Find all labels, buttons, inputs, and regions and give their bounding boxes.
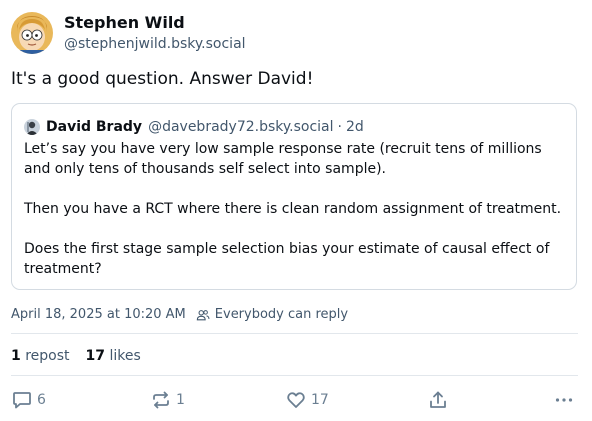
- author-handle[interactable]: @stephenjwild.bsky.social: [64, 34, 246, 54]
- action-bar: 6 1 17: [0, 388, 592, 412]
- more-options-button[interactable]: [553, 388, 575, 412]
- reply-icon: [13, 392, 31, 409]
- quoted-author-name[interactable]: David Brady: [46, 118, 142, 136]
- like-count: 17: [311, 392, 329, 408]
- reply-count: 6: [37, 392, 46, 408]
- quoted-post[interactable]: David Brady @davebrady72.bsky.social · 2…: [11, 103, 577, 290]
- post-meta: April 18, 2025 at 10:20 AM Everybody can…: [11, 306, 348, 324]
- quoted-paragraph: Let’s say you have very low sample respo…: [24, 141, 542, 177]
- reply-button[interactable]: 6: [11, 388, 46, 412]
- author-avatar[interactable]: [11, 12, 53, 54]
- post: Stephen Wild @stephenjwild.bsky.social I…: [0, 0, 592, 421]
- post-stats: 1 repost 17 likes: [11, 346, 141, 366]
- likes-count: 17: [85, 348, 105, 364]
- share-button[interactable]: [427, 388, 449, 412]
- like-button[interactable]: 17: [285, 388, 329, 412]
- reposts-count: 1: [11, 348, 21, 364]
- reply-setting[interactable]: Everybody can reply: [215, 306, 348, 324]
- divider: [11, 375, 578, 376]
- repost-count: 1: [176, 392, 185, 408]
- divider: [11, 333, 578, 334]
- reposts-stat[interactable]: 1 repost: [11, 346, 70, 366]
- quoted-post-time: 2d: [345, 119, 364, 135]
- quoted-paragraph: Does the first stage sample selection bi…: [24, 241, 550, 277]
- quoted-paragraph: Then you have a RCT where there is clean…: [24, 201, 562, 217]
- quoted-author-avatar[interactable]: [24, 119, 40, 135]
- author-info: Stephen Wild @stephenjwild.bsky.social: [64, 13, 246, 54]
- reposts-label: repost: [25, 348, 70, 364]
- people-icon: [196, 310, 210, 321]
- post-timestamp: April 18, 2025 at 10:20 AM: [11, 307, 186, 322]
- likes-stat[interactable]: 17 likes: [86, 346, 141, 366]
- repost-icon: [153, 391, 169, 409]
- post-text: It's a good question. Answer David!: [11, 69, 314, 89]
- heart-icon: [287, 392, 305, 408]
- share-icon: [430, 391, 446, 408]
- more-options-icon: [555, 398, 573, 402]
- likes-label: likes: [109, 348, 141, 364]
- repost-button[interactable]: 1: [150, 388, 185, 412]
- quoted-author-handle: @davebrady72.bsky.social: [148, 119, 334, 135]
- quoted-post-header: David Brady @davebrady72.bsky.social · 2…: [24, 118, 364, 136]
- quoted-post-body: Let’s say you have very low sample respo…: [24, 139, 564, 279]
- quoted-separator: ·: [337, 119, 342, 135]
- author-display-name[interactable]: Stephen Wild: [64, 13, 246, 33]
